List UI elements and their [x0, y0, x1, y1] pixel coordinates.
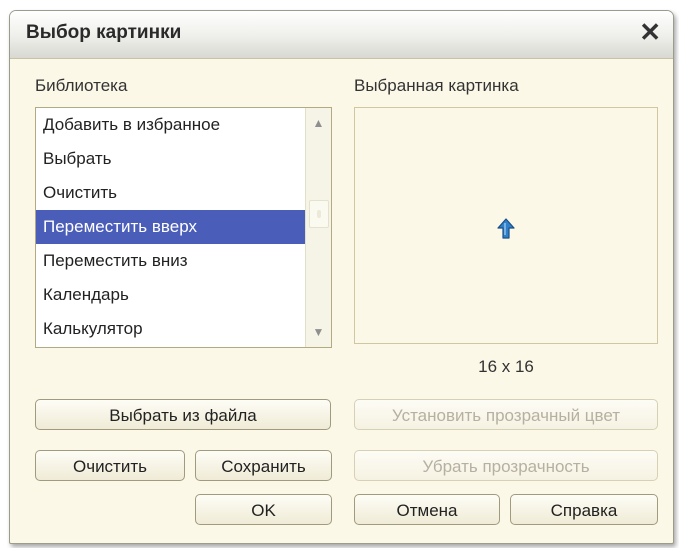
library-label: Библиотека: [35, 76, 128, 95]
grip-icon: [317, 210, 321, 218]
list-item-label: Календарь: [43, 285, 129, 304]
list-item-label: Переместить вниз: [43, 251, 188, 270]
list-item[interactable]: Календарь: [36, 278, 306, 312]
selected-picture-preview: [354, 107, 658, 344]
list-item[interactable]: Переместить вниз: [36, 244, 306, 278]
scroll-up-icon[interactable]: ▲: [306, 108, 331, 138]
picture-size: 16 x 16: [478, 357, 534, 376]
choose-from-file-button[interactable]: Выбрать из файла: [35, 399, 331, 430]
picture-selection-dialog: Выбор картинки ✕ Библиотека Выбранная ка…: [9, 10, 674, 544]
set-transparent-color-button[interactable]: Установить прозрачный цвет: [354, 399, 658, 430]
list-item-label: Калькулятор: [43, 319, 143, 338]
list-item[interactable]: Очистить: [36, 176, 306, 210]
help-button[interactable]: Справка: [510, 494, 658, 525]
ok-button[interactable]: OK: [195, 494, 332, 525]
save-button[interactable]: Сохранить: [195, 450, 332, 481]
library-list[interactable]: Добавить в избранное Выбрать Очистить Пе…: [35, 107, 332, 348]
list-item[interactable]: Выбрать: [36, 142, 306, 176]
clear-button[interactable]: Очистить: [35, 450, 185, 481]
list-item-selected[interactable]: Переместить вверх: [36, 210, 306, 244]
arrow-up-icon: [497, 218, 515, 239]
list-item[interactable]: Калькулятор: [36, 312, 306, 346]
list-item-label: Очистить: [43, 183, 118, 202]
list-item-label: Выбрать: [43, 149, 112, 168]
list-item-label: Добавить в избранное: [43, 115, 221, 134]
title-bar[interactable]: Выбор картинки ✕: [10, 11, 673, 59]
list-scrollbar[interactable]: ▲ ▼: [305, 108, 331, 347]
selected-picture-label: Выбранная картинка: [354, 76, 519, 95]
scrollbar-thumb[interactable]: [309, 200, 329, 228]
dialog-title: Выбор картинки: [26, 22, 182, 43]
list-item[interactable]: Добавить в избранное: [36, 108, 306, 142]
scroll-down-icon[interactable]: ▼: [306, 317, 331, 347]
list-item-label: Переместить вверх: [43, 217, 197, 236]
close-icon[interactable]: ✕: [639, 19, 661, 45]
remove-transparency-button[interactable]: Убрать прозрачность: [354, 450, 658, 481]
cancel-button[interactable]: Отмена: [354, 494, 500, 525]
